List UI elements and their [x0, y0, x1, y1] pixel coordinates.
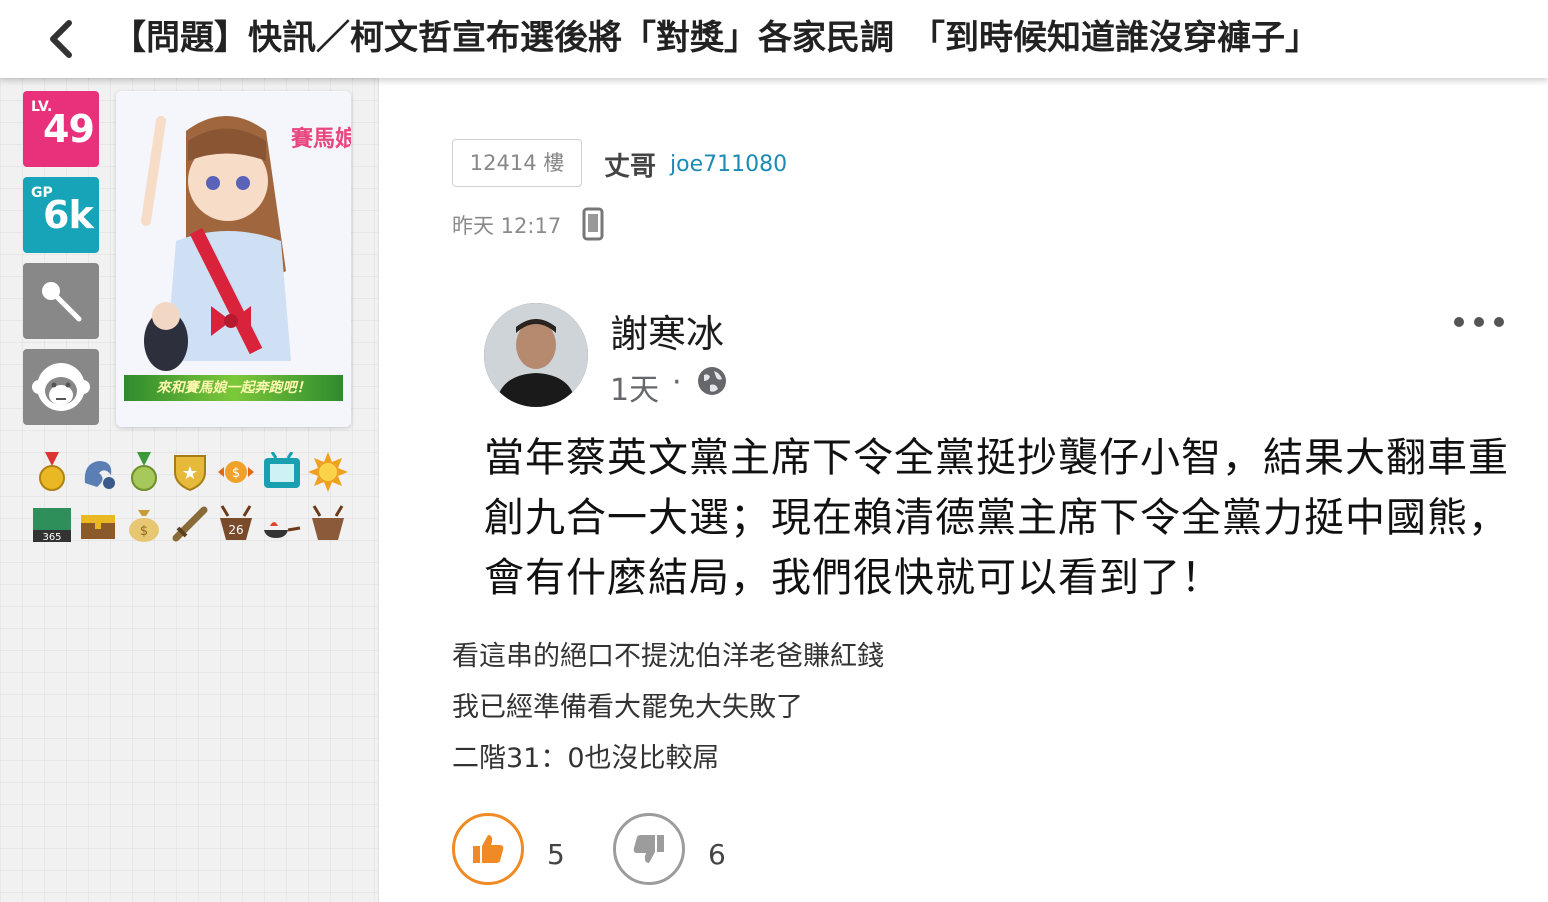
- monkey-face-icon: [32, 363, 90, 411]
- thumbs-down-icon: [633, 835, 664, 863]
- fb-post-text: 當年蔡英文黨主席下令全黨挺抄襲仔小智，結果大翻車重創九合一大選；現在賴清德黨主席…: [484, 435, 1509, 601]
- gp-value: 6k: [43, 193, 94, 237]
- mobile-device-icon: [582, 207, 604, 241]
- page-title: 【問題】快訊／柯文哲宣布選後將「對獎」各家民調 「到時候知道誰沒穿褲子」: [112, 18, 1319, 58]
- sword-badge[interactable]: [168, 502, 212, 546]
- more-dots-icon[interactable]: [1454, 307, 1504, 337]
- bowl-badge[interactable]: [306, 502, 350, 546]
- medal-badge[interactable]: [30, 450, 74, 494]
- fb-avatar[interactable]: [484, 303, 588, 407]
- post-line-3: 二階31：0也沒比較屌: [452, 743, 720, 774]
- top-bar: 【問題】快訊／柯文哲宣布選後將「對獎」各家民調 「到時候知道誰沒穿褲子」: [0, 0, 1548, 78]
- svg-text:365: 365: [42, 532, 61, 543]
- calendar-365-badge[interactable]: 365: [30, 502, 74, 546]
- back-button[interactable]: [36, 14, 86, 64]
- money-bag-badge[interactable]: $: [122, 502, 166, 546]
- coin-badge[interactable]: $: [214, 450, 258, 494]
- upvote-count: 5: [547, 838, 565, 871]
- level-value: 49: [43, 107, 95, 151]
- level-badge: LV. 49: [23, 91, 99, 167]
- tv-badge[interactable]: [260, 450, 304, 494]
- downvote-count: 6: [708, 838, 726, 871]
- star-shield-badge[interactable]: ★: [168, 450, 212, 494]
- author-name[interactable]: 丈哥: [604, 146, 656, 183]
- svg-text:★: ★: [182, 463, 198, 484]
- quoted-facebook-post: 謝寒冰 1天 · 當年蔡英文黨主席下令全黨挺抄襲仔小智，結果大翻車重創九合一大選…: [484, 303, 1514, 633]
- bowl-26-badge[interactable]: 26: [214, 502, 258, 546]
- fb-post-time[interactable]: 1天: [610, 365, 659, 409]
- upvote-button[interactable]: [452, 813, 524, 885]
- globe-icon: [698, 367, 726, 395]
- career-title-button[interactable]: [23, 263, 99, 339]
- thumbs-up-icon: [473, 835, 504, 863]
- post-line-2: 我已經準備看大罷免大失敗了: [452, 692, 803, 723]
- card-banner: 來和賽馬娘一起奔跑吧！: [124, 375, 343, 401]
- silver-medal-badge[interactable]: [122, 450, 166, 494]
- floor-number[interactable]: 12414 樓: [452, 139, 582, 187]
- svg-text:26: 26: [228, 523, 243, 537]
- badge-list: ★ $ 365 $ 26: [30, 450, 360, 554]
- svg-text:$: $: [232, 466, 240, 481]
- pan-badge[interactable]: [260, 502, 304, 546]
- avatar-card[interactable]: 賽馬娘 來和賽馬娘一起奔跑吧！: [116, 91, 351, 427]
- downvote-button[interactable]: [613, 813, 685, 885]
- dragon-badge[interactable]: [76, 450, 120, 494]
- sun-badge[interactable]: [306, 450, 350, 494]
- fb-author-name[interactable]: 謝寒冰: [610, 303, 724, 358]
- fb-separator: ·: [672, 365, 682, 400]
- post-area: 12414 樓 丈哥 joe711080 昨天 12:17 謝寒冰 1天 · 當…: [379, 78, 1548, 902]
- race-button[interactable]: [23, 349, 99, 425]
- treasure-chest-badge[interactable]: [76, 502, 120, 546]
- back-chevron-icon: [50, 20, 72, 58]
- author-id-link[interactable]: joe711080: [670, 152, 787, 177]
- post-time: 昨天 12:17: [452, 214, 562, 238]
- post-line-1: 看這串的絕口不提沈伯洋老爸賺紅錢: [452, 641, 884, 672]
- svg-text:賽馬娘: 賽馬娘: [290, 126, 351, 151]
- svg-text:$: $: [140, 524, 148, 539]
- microphone-icon: [42, 282, 82, 322]
- gp-badge: GP 6k: [23, 177, 99, 253]
